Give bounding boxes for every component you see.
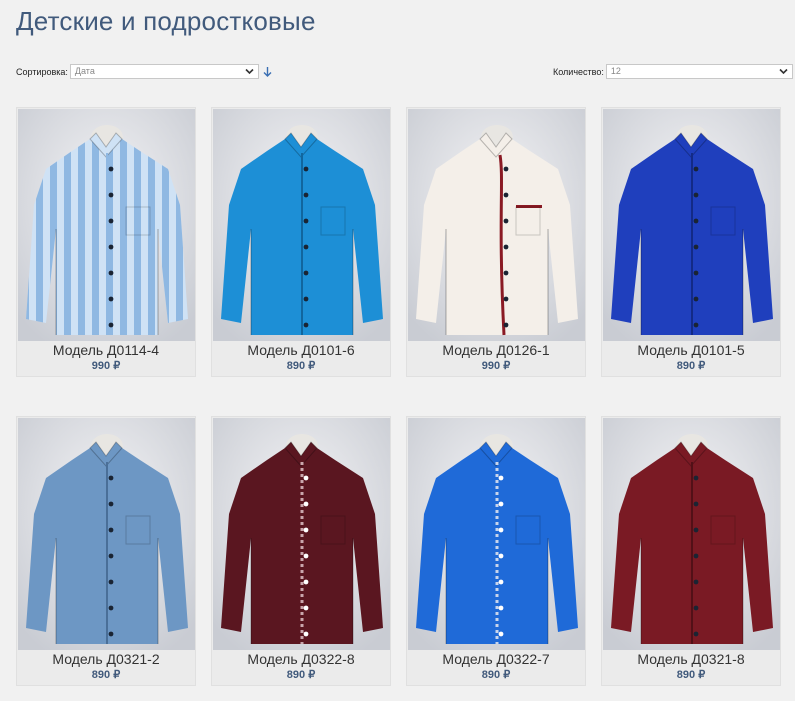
product-price: 890 ₽ — [286, 669, 316, 681]
product-price: 890 ₽ — [676, 669, 706, 681]
product-name[interactable]: Модель Д0126-1 — [407, 342, 585, 358]
shirt-illustration — [18, 418, 195, 650]
product-image[interactable] — [603, 418, 780, 650]
product-image[interactable] — [603, 109, 780, 341]
shirt-illustration — [213, 418, 390, 650]
page-title: Детские и подростковые — [16, 6, 316, 36]
product-card[interactable]: Модель Д0114-4 990 ₽ — [16, 107, 196, 377]
chevron-down-icon — [245, 68, 254, 75]
product-name[interactable]: Модель Д0101-5 — [602, 342, 780, 358]
product-name[interactable]: Модель Д0322-8 — [212, 651, 390, 667]
product-price: 890 ₽ — [676, 360, 706, 372]
count-select[interactable]: 12 — [605, 64, 793, 79]
product-name[interactable]: Модель Д0101-6 — [212, 342, 390, 358]
count-label: Количество: — [553, 66, 604, 77]
product-name[interactable]: Модель Д0321-2 — [17, 651, 195, 667]
product-card[interactable]: Модель Д0101-6 890 ₽ — [211, 107, 391, 377]
product-image[interactable] — [18, 109, 195, 341]
count-control: Количество: 12 — [553, 64, 793, 79]
product-image[interactable] — [408, 418, 585, 650]
sort-select-value: Дата — [74, 66, 95, 76]
product-price: 890 ₽ — [286, 360, 316, 372]
shirt-illustration — [603, 418, 780, 650]
count-select-value: 12 — [610, 66, 621, 76]
product-card[interactable]: Модель Д0322-7 890 ₽ — [406, 416, 586, 686]
product-card[interactable]: Модель Д0126-1 990 ₽ — [406, 107, 586, 377]
product-price: 890 ₽ — [481, 669, 511, 681]
sort-direction-icon[interactable] — [262, 66, 273, 78]
product-price: 990 ₽ — [481, 360, 511, 372]
shirt-illustration — [213, 109, 390, 341]
product-name[interactable]: Модель Д0321-8 — [602, 651, 780, 667]
product-card[interactable]: Модель Д0321-8 890 ₽ — [601, 416, 781, 686]
product-card[interactable]: Модель Д0101-5 890 ₽ — [601, 107, 781, 377]
sort-select[interactable]: Дата — [69, 64, 259, 79]
product-image[interactable] — [18, 418, 195, 650]
product-image[interactable] — [213, 109, 390, 341]
shirt-illustration — [408, 109, 585, 341]
sort-label: Сортировка: — [16, 66, 68, 77]
shirt-illustration — [18, 109, 195, 341]
product-card[interactable]: Модель Д0322-8 890 ₽ — [211, 416, 391, 686]
shirt-illustration — [408, 418, 585, 650]
product-card[interactable]: Модель Д0321-2 890 ₽ — [16, 416, 196, 686]
sort-control: Сортировка: Дата — [16, 64, 273, 79]
product-image[interactable] — [213, 418, 390, 650]
product-price: 990 ₽ — [91, 360, 121, 372]
product-image[interactable] — [408, 109, 585, 341]
chevron-down-icon — [779, 68, 788, 75]
product-name[interactable]: Модель Д0322-7 — [407, 651, 585, 667]
product-name[interactable]: Модель Д0114-4 — [17, 342, 195, 358]
shirt-illustration — [603, 109, 780, 341]
product-price: 890 ₽ — [91, 669, 121, 681]
